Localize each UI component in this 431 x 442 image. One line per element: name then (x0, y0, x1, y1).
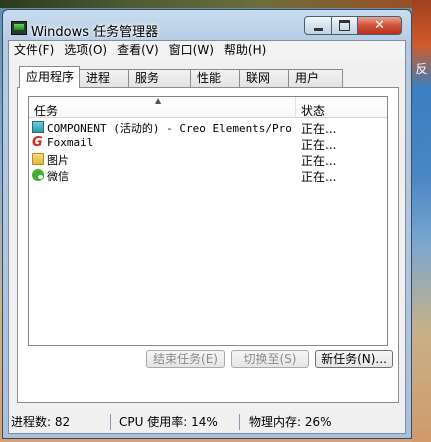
window-title: Windows 任务管理器 (31, 25, 159, 40)
task-name: COMPONENT (活动的) - Creo Elements/Pro (47, 122, 292, 135)
task-status: 正在... (301, 170, 337, 184)
minimize-button[interactable] (304, 16, 332, 35)
list-header: ▲ 任务 状态 (29, 96, 387, 118)
client-area: 文件(F) 选项(O) 查看(V) 窗口(W) 帮助(H) 应用程序 进程 服务… (8, 40, 406, 434)
close-icon: ✕ (374, 18, 385, 33)
table-row[interactable]: 图片 正在... (29, 151, 387, 168)
status-separator (239, 414, 240, 430)
sort-ascending-icon: ▲ (155, 96, 162, 105)
switch-to-button[interactable]: 切换至(S) (231, 350, 309, 368)
menu-file[interactable]: 文件(F) (9, 41, 59, 60)
memory-usage: 物理内存: 26% (249, 415, 332, 429)
table-row[interactable]: G Foxmail 正在... (29, 135, 387, 152)
status-bar: 进程数: 82 CPU 使用率: 14% 物理内存: 26% (3, 408, 411, 438)
table-row[interactable]: COMPONENT (活动的) - Creo Elements/Pro 正在..… (29, 119, 387, 136)
tab-services[interactable]: 服务 (128, 69, 191, 87)
title-bar[interactable]: Windows 任务管理器 ✕ (3, 10, 411, 40)
desktop-glyph: 反 (415, 62, 428, 76)
menu-options[interactable]: 选项(O) (59, 41, 112, 60)
column-label-status: 状态 (301, 104, 326, 118)
tab-users[interactable]: 用户 (288, 69, 343, 87)
process-count: 进程数: 82 (11, 415, 71, 429)
menu-bar: 文件(F) 选项(O) 查看(V) 窗口(W) 帮助(H) (9, 41, 405, 60)
maximize-button[interactable] (331, 16, 358, 35)
task-name: 微信 (47, 170, 69, 183)
menu-view[interactable]: 查看(V) (112, 41, 164, 60)
tab-performance[interactable]: 性能 (190, 69, 240, 87)
task-name: 图片 (47, 154, 69, 167)
column-label-task: 任务 (34, 104, 59, 118)
tab-networking[interactable]: 联网 (239, 69, 289, 87)
cpu-usage: CPU 使用率: 14% (119, 415, 218, 429)
desktop-text: 反 (412, 60, 431, 82)
applications-panel: ▲ 任务 状态 COMPONENT (活动的) - Creo Elements/… (17, 87, 399, 403)
new-task-button[interactable]: 新任务(N)... (315, 350, 393, 368)
column-header-task[interactable]: ▲ 任务 (29, 96, 296, 118)
tab-processes[interactable]: 进程 (79, 69, 129, 87)
status-separator (110, 414, 111, 430)
table-row[interactable]: 微信 正在... (29, 167, 387, 184)
menu-window[interactable]: 窗口(W) (164, 41, 219, 60)
task-manager-icon (11, 21, 27, 35)
end-task-button[interactable]: 结束任务(E) (146, 350, 225, 368)
task-manager-window: Windows 任务管理器 ✕ 文件(F) 选项(O) 查看(V) 窗口(W) … (2, 9, 412, 439)
wechat-icon (32, 169, 44, 181)
menu-help[interactable]: 帮助(H) (219, 41, 271, 60)
close-button[interactable]: ✕ (357, 16, 402, 35)
task-name: Foxmail (47, 136, 94, 149)
desktop-top-strip (0, 0, 431, 8)
foxmail-icon: G (32, 135, 43, 150)
maximize-icon (339, 20, 350, 31)
task-list[interactable]: ▲ 任务 状态 COMPONENT (活动的) - Creo Elements/… (28, 96, 388, 346)
minimize-icon (313, 27, 323, 31)
component-icon (32, 121, 44, 133)
tab-applications[interactable]: 应用程序 (19, 66, 80, 88)
folder-icon (32, 153, 44, 165)
column-header-status[interactable]: 状态 (296, 97, 386, 118)
